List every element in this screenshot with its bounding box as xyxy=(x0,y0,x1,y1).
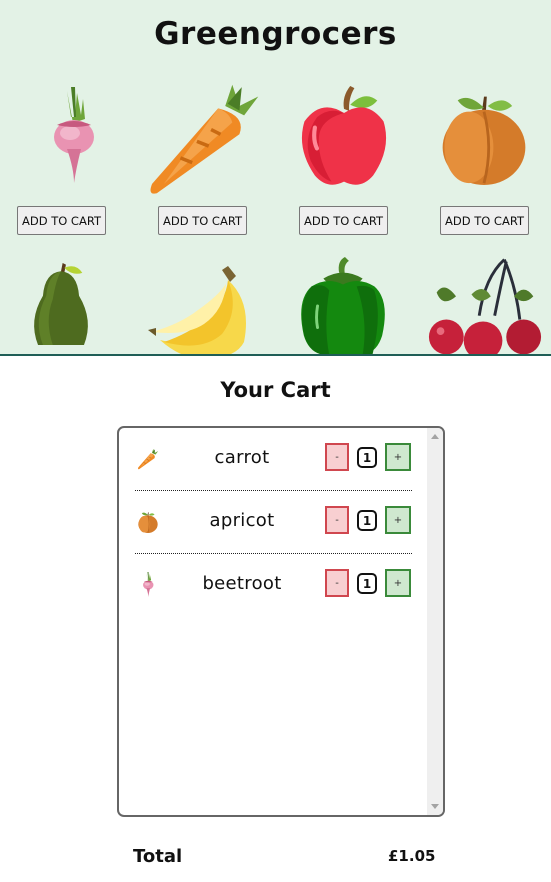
shop-panel: Greengrocers ADD TO CART ADD TO CART ADD… xyxy=(0,0,551,356)
shop-title: Greengrocers xyxy=(154,16,397,52)
apricot-icon xyxy=(137,511,159,533)
cart-list[interactable]: carrot - 1 + apricot - 1 + beetroot - 1 … xyxy=(117,426,445,817)
beetroot-icon xyxy=(54,87,94,183)
cart-item: beetroot - 1 + xyxy=(135,554,412,617)
total-label: Total xyxy=(133,846,183,867)
carrot-icon xyxy=(137,448,159,470)
cart-title: Your Cart xyxy=(220,378,331,402)
product-avocado xyxy=(0,252,141,354)
quantity-value: 1 xyxy=(357,447,377,468)
scroll-up-arrow-icon[interactable] xyxy=(431,434,439,439)
decrease-quantity-button[interactable]: - xyxy=(325,569,349,597)
cart-item-name: beetroot xyxy=(202,573,282,594)
beetroot-icon xyxy=(143,572,154,597)
add-to-cart-button[interactable]: ADD TO CART xyxy=(17,206,106,235)
increase-quantity-button[interactable]: + xyxy=(385,569,411,597)
product-carrot: ADD TO CART xyxy=(141,78,282,235)
product-apple: ADD TO CART xyxy=(282,78,423,235)
total-value: £1.05 xyxy=(388,847,436,865)
scroll-down-arrow-icon[interactable] xyxy=(431,804,439,809)
add-to-cart-button[interactable]: ADD TO CART xyxy=(440,206,529,235)
cart-item-name: carrot xyxy=(214,447,270,468)
cart-item: carrot - 1 + xyxy=(135,428,412,491)
quantity-value: 1 xyxy=(357,510,377,531)
product-cherry xyxy=(423,254,551,354)
increase-quantity-button[interactable]: + xyxy=(385,506,411,534)
bananas-icon xyxy=(148,266,246,354)
apricot-icon xyxy=(440,94,528,187)
decrease-quantity-button[interactable]: - xyxy=(325,443,349,471)
product-apricot: ADD TO CART xyxy=(423,78,551,235)
product-bell-pepper xyxy=(282,254,423,354)
cherry-icon xyxy=(427,258,543,354)
add-to-cart-button[interactable]: ADD TO CART xyxy=(299,206,388,235)
add-to-cart-button[interactable]: ADD TO CART xyxy=(158,206,247,235)
increase-quantity-button[interactable]: + xyxy=(385,443,411,471)
product-bananas xyxy=(141,262,282,354)
apple-icon xyxy=(282,78,423,203)
cart-item: apricot - 1 + xyxy=(135,491,412,554)
cart-scrollbar[interactable] xyxy=(427,428,443,815)
quantity-value: 1 xyxy=(357,573,377,594)
cart-item-name: apricot xyxy=(209,510,275,531)
product-beetroot: ADD TO CART xyxy=(0,78,141,235)
bell-pepper-icon xyxy=(299,255,387,354)
decrease-quantity-button[interactable]: - xyxy=(325,506,349,534)
avocado-icon xyxy=(34,263,88,345)
carrot-icon xyxy=(148,82,261,196)
